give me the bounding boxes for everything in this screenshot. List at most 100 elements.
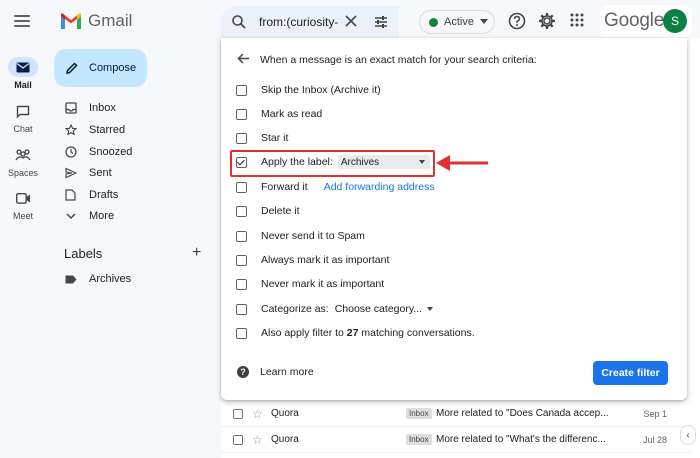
- label-icon: [65, 275, 76, 283]
- option-label: Never send it to Spam: [261, 230, 365, 242]
- option-label: Skip the Inbox (Archive it): [261, 84, 381, 96]
- row-checkbox[interactable]: [233, 408, 243, 419]
- sidebar-item-label: Starred: [89, 124, 126, 136]
- help-icon: ?: [237, 366, 249, 378]
- learn-more-link[interactable]: ? Learn more: [237, 366, 314, 378]
- option-never-spam[interactable]: Never send it to Spam: [236, 228, 365, 244]
- rail-label: Chat: [13, 124, 33, 134]
- option-label: Delete it: [261, 205, 300, 217]
- skip-inbox-checkbox[interactable]: [236, 84, 247, 96]
- avatar[interactable]: S: [663, 9, 687, 33]
- sidebar-item-label: Sent: [89, 167, 112, 179]
- option-label: Never mark it as important: [261, 278, 385, 290]
- forward-checkbox[interactable]: [236, 181, 247, 193]
- option-star-it[interactable]: Star it: [236, 130, 288, 146]
- apps-grid-icon[interactable]: [569, 12, 585, 28]
- back-arrow-icon[interactable]: [237, 53, 250, 64]
- inbox-badge: Inbox: [406, 408, 432, 419]
- category-select[interactable]: Choose category...: [334, 303, 434, 315]
- send-icon: [64, 167, 77, 179]
- mail-date: Sep 1: [643, 408, 667, 419]
- table-row[interactable]: ☆ Quora Inbox More related to "Does Cana…: [221, 401, 691, 427]
- sidebar-label-archives[interactable]: Archives: [64, 270, 131, 288]
- mail-sender: Quora: [271, 408, 299, 419]
- delete-checkbox[interactable]: [236, 205, 247, 217]
- rail-item-mail[interactable]: Mail: [0, 57, 46, 90]
- mail-subject: More related to "What's the differenc...: [436, 434, 606, 445]
- mail-date: Jul 28: [642, 434, 667, 445]
- sidebar-item-snoozed[interactable]: Snoozed: [64, 143, 132, 161]
- pencil-icon: [66, 62, 78, 74]
- compose-label: Compose: [89, 62, 137, 74]
- close-icon[interactable]: [344, 14, 358, 28]
- compose-button[interactable]: Compose: [54, 49, 147, 87]
- option-label-pre: Also apply filter to: [261, 327, 347, 339]
- sidebar-item-drafts[interactable]: Drafts: [64, 186, 118, 204]
- never-important-checkbox[interactable]: [236, 278, 247, 290]
- option-categorize[interactable]: Categorize as: Choose category...: [236, 301, 434, 317]
- rail-item-meet[interactable]: Meet: [0, 188, 46, 221]
- clock-icon: [64, 146, 77, 158]
- mark-read-checkbox[interactable]: [236, 108, 247, 120]
- apply-existing-checkbox[interactable]: [236, 327, 247, 339]
- option-label: Always mark it as important: [261, 254, 390, 266]
- row-checkbox[interactable]: [233, 434, 243, 445]
- add-forwarding-address-link[interactable]: Add forwarding address: [324, 181, 435, 193]
- star-icon[interactable]: ☆: [252, 407, 263, 421]
- option-mark-read[interactable]: Mark as read: [236, 106, 322, 122]
- option-skip-inbox[interactable]: Skip the Inbox (Archive it): [236, 82, 381, 98]
- gear-icon[interactable]: [538, 12, 556, 30]
- draft-icon: [65, 189, 76, 201]
- inbox-icon: [64, 102, 77, 114]
- matching-count: 27: [346, 327, 359, 339]
- account-switcher[interactable]: Google S: [600, 5, 692, 37]
- sidebar-item-starred[interactable]: Starred: [64, 121, 125, 139]
- add-label-button[interactable]: +: [192, 244, 201, 262]
- search-icon[interactable]: [231, 14, 247, 30]
- search-input[interactable]: from:(curiosity-: [259, 15, 343, 29]
- sidebar-item-label: Archives: [89, 273, 132, 285]
- sidebar-item-label: Drafts: [89, 189, 119, 201]
- status-selector[interactable]: Active: [419, 10, 495, 34]
- rail-item-spaces[interactable]: Spaces: [0, 145, 46, 178]
- never-spam-checkbox[interactable]: [236, 230, 247, 242]
- search-options-icon[interactable]: [373, 14, 389, 30]
- highlight-arrow-icon: [436, 155, 488, 171]
- option-forward[interactable]: Forward it Add forwarding address: [236, 179, 435, 195]
- option-apply-existing[interactable]: Also apply filter to 27 matching convers…: [236, 325, 475, 341]
- sidebar-item-label: Inbox: [89, 102, 116, 114]
- option-label: Forward it: [261, 181, 308, 193]
- categorize-checkbox[interactable]: [236, 303, 247, 315]
- star-it-checkbox[interactable]: [236, 132, 247, 144]
- main-menu-button[interactable]: [14, 15, 30, 27]
- help-icon[interactable]: [508, 12, 526, 30]
- star-icon[interactable]: ☆: [252, 433, 263, 447]
- scroll-toggle-icon[interactable]: ‹: [680, 425, 696, 445]
- mail-sender: Quora: [271, 434, 299, 445]
- rail-label: Spaces: [7, 168, 39, 178]
- sidebar-item-sent[interactable]: Sent: [64, 164, 112, 182]
- option-delete[interactable]: Delete it: [236, 203, 300, 219]
- category-select-value: Choose category...: [334, 303, 423, 315]
- sidebar-item-inbox[interactable]: Inbox: [64, 99, 116, 117]
- learn-more-label: Learn more: [260, 366, 314, 378]
- rail-item-chat[interactable]: Chat: [0, 101, 46, 134]
- option-never-important[interactable]: Never mark it as important: [236, 276, 384, 292]
- option-always-important[interactable]: Always mark it as important: [236, 252, 389, 268]
- option-label: Mark as read: [261, 108, 323, 120]
- always-important-checkbox[interactable]: [236, 254, 247, 266]
- create-filter-button[interactable]: Create filter: [593, 361, 668, 385]
- gmail-logo[interactable]: Gmail: [60, 11, 132, 31]
- search-bar[interactable]: from:(curiosity-: [221, 6, 399, 38]
- sidebar-item-label: More: [89, 210, 115, 222]
- rail-label: Meet: [12, 211, 33, 221]
- status-dot: [429, 17, 438, 27]
- filter-options-panel: When a message is an exact match for you…: [221, 38, 687, 400]
- table-row[interactable]: ☆ Quora Inbox More related to "What's th…: [221, 427, 691, 453]
- option-label: Also apply filter to 27 matching convers…: [261, 327, 475, 339]
- chevron-down-icon: [65, 212, 76, 219]
- star-icon: [64, 124, 77, 136]
- google-brand: Google: [604, 10, 665, 31]
- mail-subject: More related to "Does Canada accep...: [436, 408, 609, 419]
- sidebar-item-more[interactable]: More: [64, 207, 114, 225]
